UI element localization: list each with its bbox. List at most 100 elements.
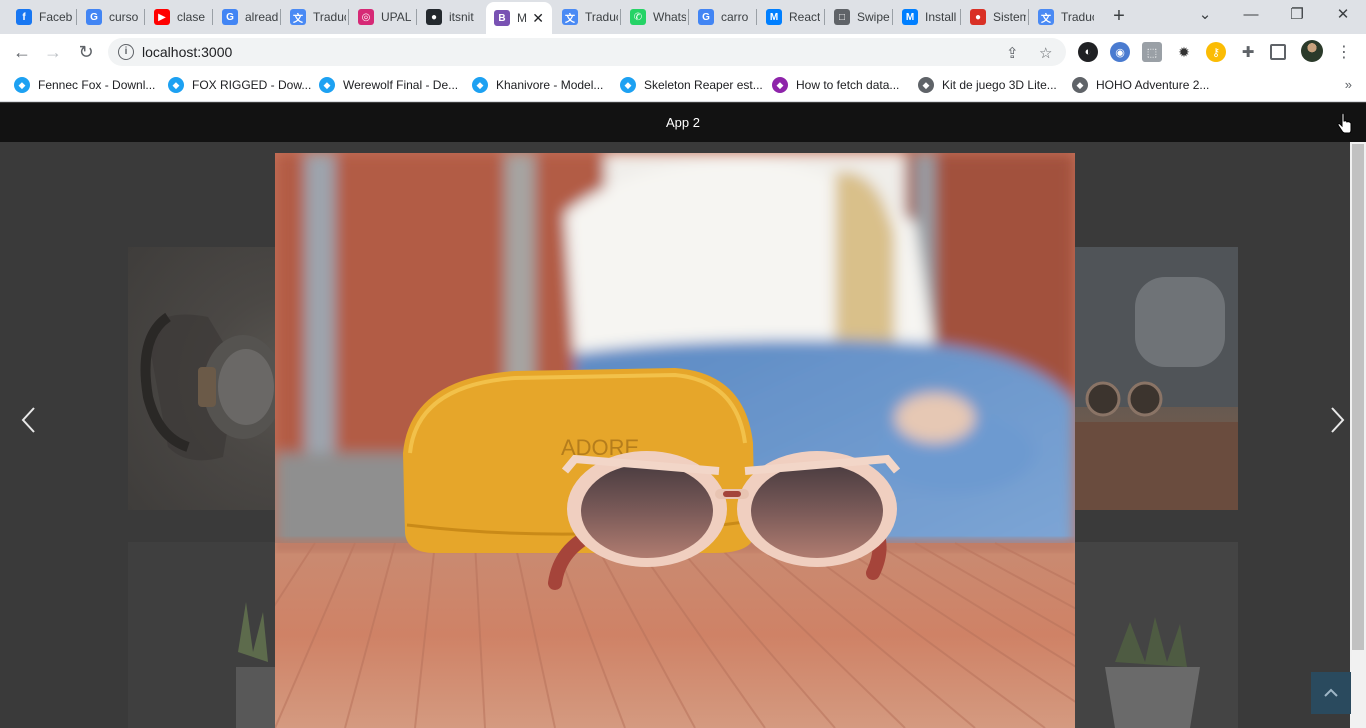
back-button[interactable]: ← xyxy=(10,40,34,64)
bookmarks-bar: ◆ Fennec Fox - Downl... ◆ FOX RIGGED - Dow.… xyxy=(0,70,1366,102)
tab-search-icon[interactable]: ⌄ xyxy=(1187,4,1223,28)
carousel: ADORE xyxy=(0,142,1350,728)
browser-tab[interactable]: ● itsnit xyxy=(418,2,482,32)
bookmark-item[interactable]: ◆ HOHO Adventure 2... xyxy=(1072,77,1209,93)
browser-tab[interactable]: Galready xyxy=(214,2,278,32)
extension-globe-icon[interactable]: ◉ xyxy=(1110,42,1130,62)
bookmark-favicon-icon: ◆ xyxy=(918,77,934,93)
menu-toggle-icon[interactable] xyxy=(1334,112,1354,134)
extension-key-icon[interactable]: ⚷ xyxy=(1206,42,1226,62)
bookmark-item[interactable]: ◆ Fennec Fox - Downl... xyxy=(14,77,155,93)
tab-title: Traducir xyxy=(1061,10,1094,24)
bookmark-item[interactable]: ◆ Werewolf Final - De... xyxy=(319,77,458,93)
mui-icon: M xyxy=(766,9,782,25)
carousel-next-button[interactable] xyxy=(1322,400,1350,440)
tab-separator xyxy=(620,9,621,25)
browser-tab[interactable]: B M ✕ xyxy=(486,2,552,34)
tab-separator xyxy=(892,9,893,25)
tab-title: Swiper xyxy=(857,10,890,24)
site-info-icon[interactable]: i xyxy=(118,44,134,60)
tab-separator xyxy=(76,9,77,25)
browser-tab[interactable]: M React xyxy=(758,2,822,32)
slide-sunglasses-alt[interactable] xyxy=(1075,247,1238,510)
address-url[interactable]: localhost:3000 xyxy=(142,44,232,60)
scrollbar-thumb[interactable] xyxy=(1352,144,1364,650)
browser-tab[interactable]: Gcurso xyxy=(78,2,142,32)
tab-title: M xyxy=(517,11,527,25)
browser-tab[interactable]: Gcarro xyxy=(690,2,754,32)
tab-title: UPAL xyxy=(381,10,412,24)
bookmark-favicon-icon: ◆ xyxy=(1072,77,1088,93)
reload-button[interactable]: ↻ xyxy=(74,40,98,64)
browser-tab[interactable]: □ Swiper xyxy=(826,2,890,32)
tab-separator xyxy=(144,9,145,25)
bookmark-favicon-icon: ◆ xyxy=(319,77,335,93)
page-icon: □ xyxy=(834,9,850,25)
tab-separator xyxy=(280,9,281,25)
bookmark-label: FOX RIGGED - Dow... xyxy=(192,78,312,92)
menu-kebab-icon[interactable]: ⋮ xyxy=(1334,42,1354,62)
slide-plant-left[interactable] xyxy=(128,542,275,728)
tab-strip: f Facebook Gcurso ▶ clase Galready 文 Traducir ◎ U… xyxy=(0,0,1366,34)
bookmark-item[interactable]: ◆ Kit de juego 3D Lite... xyxy=(918,77,1057,93)
bookmark-favicon-icon: ◆ xyxy=(14,77,30,93)
browser-tab[interactable]: f Facebook xyxy=(8,2,72,32)
share-icon[interactable]: ⇪ xyxy=(1006,44,1019,62)
tab-separator xyxy=(960,9,961,25)
browser-tab[interactable]: 文 Traducir xyxy=(554,2,618,32)
sistema-icon: ● xyxy=(970,9,986,25)
scroll-to-top-button[interactable] xyxy=(1311,672,1351,714)
tab-separator xyxy=(688,9,689,25)
tab-separator xyxy=(212,9,213,25)
new-tab-button[interactable]: + xyxy=(1106,5,1132,29)
profile-avatar[interactable] xyxy=(1301,40,1323,62)
close-tab-icon[interactable]: ✕ xyxy=(532,10,544,27)
bookmarks-overflow-icon[interactable]: » xyxy=(1345,77,1352,92)
side-panel-icon[interactable] xyxy=(1270,44,1286,60)
close-window-button[interactable]: ✕ xyxy=(1325,4,1361,28)
translate-icon: 文 xyxy=(1038,9,1054,25)
browser-tab[interactable]: ✆ WhatsApp xyxy=(622,2,686,32)
bookmark-item[interactable]: ◆ Khanivore - Model... xyxy=(472,77,603,93)
extension-pdf-icon[interactable]: ⬚ xyxy=(1142,42,1162,62)
bookmark-item[interactable]: ◆ Skeleton Reaper est... xyxy=(620,77,763,93)
tab-separator xyxy=(348,9,349,25)
extension-bug-icon[interactable]: ✹ xyxy=(1174,42,1194,62)
minimize-button[interactable]: — xyxy=(1233,4,1269,28)
browser-tab[interactable]: ▶ clase xyxy=(146,2,210,32)
tab-title: clase xyxy=(177,10,206,24)
browser-tab[interactable]: ● Sistema xyxy=(962,2,1026,32)
google-icon: G xyxy=(86,9,102,25)
bookmark-favicon-icon: ◆ xyxy=(472,77,488,93)
github-icon: ● xyxy=(426,9,442,25)
browser-tab[interactable]: M Install xyxy=(894,2,958,32)
bookmark-label: Kit de juego 3D Lite... xyxy=(942,78,1057,92)
tab-title: Sistema xyxy=(993,10,1026,24)
tab-title: Traducir xyxy=(313,10,346,24)
slide-sunglasses-active[interactable]: ADORE xyxy=(275,153,1075,728)
app-navbar: App 2 xyxy=(0,103,1366,142)
tab-title: WhatsApp xyxy=(653,10,686,24)
browser-tab[interactable]: ◎ UPAL xyxy=(350,2,414,32)
bookmark-item[interactable]: ◆ How to fetch data... xyxy=(772,77,899,93)
slide-plant-right[interactable] xyxy=(1075,542,1238,728)
bookmark-star-icon[interactable]: ☆ xyxy=(1039,44,1052,62)
extension-icon[interactable]: ◐ xyxy=(1078,42,1098,62)
address-bar[interactable]: i localhost:3000 ⇪ ☆ xyxy=(108,38,1066,66)
bootstrap-icon: B xyxy=(494,10,510,26)
extensions-puzzle-icon[interactable]: ✚ xyxy=(1238,42,1258,62)
app-title: App 2 xyxy=(666,115,700,130)
forward-button[interactable]: → xyxy=(41,40,65,64)
browser-toolbar: ← → ↻ i localhost:3000 ⇪ ☆ ◐ ◉ ⬚ ✹ ⚷ ✚ ⋮ xyxy=(0,34,1366,70)
slide-headphones[interactable] xyxy=(128,247,275,510)
browser-tab[interactable]: 文 Traducir xyxy=(1030,2,1094,32)
youtube-icon: ▶ xyxy=(154,9,170,25)
browser-tab[interactable]: 文 Traducir xyxy=(282,2,346,32)
bookmark-label: How to fetch data... xyxy=(796,78,900,92)
bookmark-item[interactable]: ◆ FOX RIGGED - Dow... xyxy=(168,77,311,93)
tab-title: carro xyxy=(721,10,749,24)
google-icon: G xyxy=(222,9,238,25)
carousel-prev-button[interactable] xyxy=(14,400,44,440)
page-scrollbar[interactable] xyxy=(1350,142,1366,728)
restore-button[interactable]: ❐ xyxy=(1279,4,1315,28)
